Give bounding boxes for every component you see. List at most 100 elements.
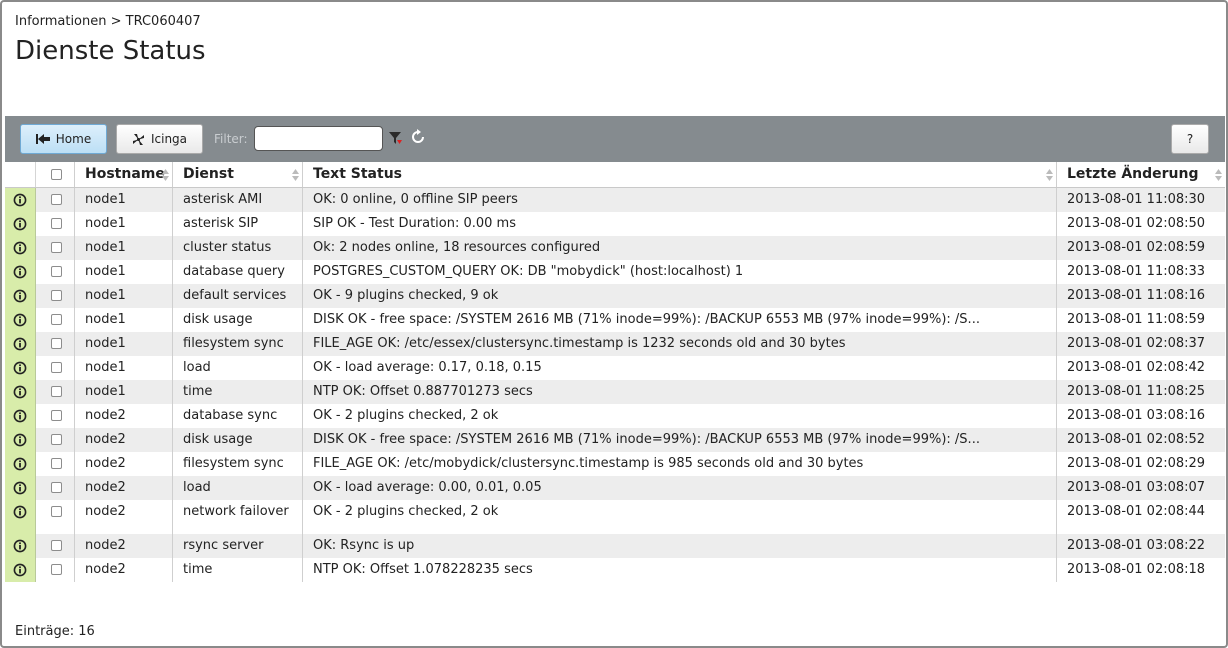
- header-text-status[interactable]: Text Status: [303, 162, 1057, 187]
- table-row[interactable]: node1 load OK - load average: 0.17, 0.18, …: [5, 356, 1225, 380]
- table-body: node1 asterisk AMI OK: 0 online, 0 offline…: [5, 188, 1225, 582]
- last-change-cell: 2013-08-01 11:08:25: [1067, 384, 1206, 399]
- info-icon[interactable]: [13, 481, 27, 495]
- last-change-cell: 2013-08-01 03:08:22: [1067, 538, 1206, 553]
- status-cell: [5, 356, 36, 380]
- select-cell: [36, 558, 75, 582]
- info-icon[interactable]: [13, 361, 27, 375]
- info-icon[interactable]: [13, 289, 27, 303]
- table-row[interactable]: node2 filesystem sync FILE_AGE OK: /etc/mo…: [5, 452, 1225, 476]
- row-checkbox[interactable]: [51, 386, 62, 397]
- sort-icon: [292, 169, 299, 181]
- row-checkbox[interactable]: [51, 314, 62, 325]
- info-icon[interactable]: [13, 313, 27, 327]
- info-icon[interactable]: [13, 265, 27, 279]
- row-checkbox[interactable]: [51, 482, 62, 493]
- last-change-cell: 2013-08-01 02:08:50: [1067, 216, 1206, 231]
- last-change-cell: 2013-08-01 02:08:42: [1067, 360, 1206, 375]
- service-cell: disk usage: [173, 428, 303, 452]
- table-row[interactable]: node2 rsync server OK: Rsync is up 2013-08-…: [5, 534, 1225, 558]
- header-dienst[interactable]: Dienst: [173, 162, 303, 187]
- table-row[interactable]: node1 disk usage DISK OK - free space: /SY…: [5, 308, 1225, 332]
- table-row[interactable]: node1 default services OK - 9 plugins chec…: [5, 284, 1225, 308]
- text-status-cell: NTP OK: Offset 0.887701273 secs: [303, 380, 1057, 404]
- table-row[interactable]: node2 disk usage DISK OK - free space: /SY…: [5, 428, 1225, 452]
- status-cell: [5, 404, 36, 428]
- select-cell: [36, 500, 75, 534]
- table-row[interactable]: node2 load OK - load average: 0.00, 0.01, …: [5, 476, 1225, 500]
- row-checkbox[interactable]: [51, 338, 62, 349]
- service-cell: cluster status: [173, 236, 303, 260]
- service-cell: database sync: [173, 404, 303, 428]
- select-cell: [36, 284, 75, 308]
- table-row[interactable]: node2 time NTP OK: Offset 1.078228235 secs…: [5, 558, 1225, 582]
- info-icon[interactable]: [13, 337, 27, 351]
- status-cell: [5, 236, 36, 260]
- breadcrumb[interactable]: Informationen > TRC060407: [15, 14, 201, 29]
- select-cell: [36, 476, 75, 500]
- sort-icon: [1046, 169, 1053, 181]
- status-cell: [5, 558, 36, 582]
- table-row[interactable]: node1 cluster status Ok: 2 nodes online, 1…: [5, 236, 1225, 260]
- service-cell: filesystem sync: [173, 452, 303, 476]
- info-icon[interactable]: [13, 433, 27, 447]
- last-change-cell: 2013-08-01 03:08:16: [1067, 408, 1206, 423]
- row-checkbox[interactable]: [51, 218, 62, 229]
- row-checkbox[interactable]: [51, 290, 62, 301]
- row-checkbox[interactable]: [51, 434, 62, 445]
- row-checkbox[interactable]: [51, 410, 62, 421]
- header-select-all: [36, 162, 75, 187]
- home-button[interactable]: Home: [20, 124, 107, 154]
- info-icon[interactable]: [13, 409, 27, 423]
- hostname-cell: node1: [75, 284, 173, 308]
- table-row[interactable]: node1 asterisk AMI OK: 0 online, 0 offline…: [5, 188, 1225, 212]
- hostname-cell: node2: [75, 500, 173, 534]
- service-cell: filesystem sync: [173, 332, 303, 356]
- help-button[interactable]: ?: [1171, 124, 1209, 154]
- row-checkbox[interactable]: [51, 540, 62, 551]
- hostname-cell: node1: [75, 380, 173, 404]
- table-row[interactable]: node2 network failover OK - 2 plugins chec…: [5, 500, 1225, 534]
- refresh-icon[interactable]: [410, 129, 426, 145]
- status-cell: [5, 308, 36, 332]
- table-row[interactable]: node1 database query POSTGRES_CUSTOM_QUERY…: [5, 260, 1225, 284]
- filter-input[interactable]: [254, 126, 383, 151]
- row-checkbox[interactable]: [51, 194, 62, 205]
- table-row[interactable]: node1 asterisk SIP SIP OK - Test Duration:…: [5, 212, 1225, 236]
- info-icon[interactable]: [13, 505, 27, 519]
- icinga-button[interactable]: Icinga: [116, 124, 203, 154]
- table-row[interactable]: node1 time NTP OK: Offset 0.887701273 secs…: [5, 380, 1225, 404]
- filter-icon[interactable]: [389, 132, 403, 146]
- info-icon[interactable]: [13, 539, 27, 553]
- info-icon[interactable]: [13, 217, 27, 231]
- row-checkbox[interactable]: [51, 506, 62, 517]
- info-icon[interactable]: [13, 563, 27, 577]
- info-icon[interactable]: [13, 457, 27, 471]
- row-checkbox[interactable]: [51, 362, 62, 373]
- row-checkbox[interactable]: [51, 242, 62, 253]
- sort-icon: [1215, 169, 1222, 181]
- header-hostname[interactable]: Hostname: [75, 162, 173, 187]
- table-row[interactable]: node1 filesystem sync FILE_AGE OK: /etc/es…: [5, 332, 1225, 356]
- row-checkbox[interactable]: [51, 564, 62, 575]
- icinga-button-label: Icinga: [150, 132, 188, 146]
- row-checkbox[interactable]: [51, 458, 62, 469]
- last-change-cell: 2013-08-01 02:08:52: [1067, 432, 1206, 447]
- hostname-cell: node2: [75, 558, 173, 582]
- info-icon[interactable]: [13, 241, 27, 255]
- hostname-cell: node1: [75, 308, 173, 332]
- text-status-cell: OK - 9 plugins checked, 9 ok: [303, 284, 1057, 308]
- toolbar: Home Icinga Filter: ?: [5, 116, 1225, 162]
- header-letzte-aenderung[interactable]: Letzte Änderung: [1057, 162, 1225, 187]
- status-cell: [5, 452, 36, 476]
- service-cell: asterisk SIP: [173, 212, 303, 236]
- table-row[interactable]: node2 database sync OK - 2 plugins checked…: [5, 404, 1225, 428]
- hostname-cell: node1: [75, 236, 173, 260]
- row-checkbox[interactable]: [51, 266, 62, 277]
- info-icon[interactable]: [13, 385, 27, 399]
- select-cell: [36, 236, 75, 260]
- text-status-cell: POSTGRES_CUSTOM_QUERY OK: DB "mobydick" …: [303, 260, 1057, 284]
- select-all-checkbox[interactable]: [51, 169, 62, 180]
- info-icon[interactable]: [13, 193, 27, 207]
- hostname-cell: node2: [75, 452, 173, 476]
